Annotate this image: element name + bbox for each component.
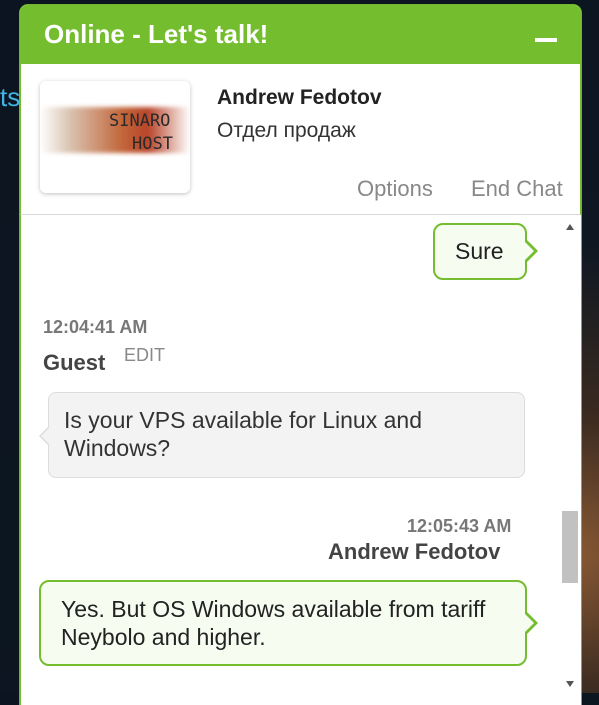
message-text: Is your VPS available for Linux and Wind…	[64, 407, 422, 461]
chat-title: Online - Let's talk!	[44, 19, 269, 49]
message-sender: Guest	[43, 350, 106, 375]
scroll-down-arrow-icon[interactable]	[566, 681, 574, 687]
company-logo: SINARO HOST	[40, 81, 190, 193]
agent-panel: SINARO HOST Andrew Fedotov Отдел продаж …	[20, 64, 581, 215]
scroll-thumb[interactable]	[562, 511, 578, 583]
agent-department: Отдел продаж	[217, 119, 356, 142]
scroll-up-arrow-icon[interactable]	[566, 224, 574, 230]
guest-message-bubble: Is your VPS available for Linux and Wind…	[48, 392, 525, 478]
agent-message-bubble: Sure	[433, 223, 527, 280]
message-scrollbar[interactable]	[561, 215, 581, 695]
minimize-icon[interactable]	[535, 37, 557, 42]
message-sender: Andrew Fedotov	[328, 539, 501, 564]
edit-name-link[interactable]: EDIT	[124, 345, 165, 366]
bubble-tail	[41, 428, 49, 444]
logo-text-line1: SINARO	[109, 111, 171, 131]
options-link[interactable]: Options	[357, 176, 433, 202]
chat-header[interactable]: Online - Let's talk!	[20, 5, 581, 64]
message-timestamp: 12:05:43 AM	[407, 516, 512, 536]
message-list[interactable]: Sure 12:04:41 AM Guest EDIT Is your VPS …	[20, 215, 581, 705]
chat-widget: Online - Let's talk! SINARO HOST Andrew …	[20, 5, 581, 705]
agent-message-bubble: Yes. But OS Windows available from tarif…	[39, 580, 527, 666]
bubble-tail	[525, 242, 534, 260]
bubble-tail	[525, 614, 534, 632]
background-partial-text: ts	[0, 82, 21, 112]
end-chat-link[interactable]: End Chat	[471, 176, 563, 202]
agent-name: Andrew Fedotov	[217, 86, 382, 109]
message-text: Sure	[455, 238, 504, 264]
message-timestamp: 12:04:41 AM	[43, 317, 148, 337]
message-text: Yes. But OS Windows available from tarif…	[61, 596, 486, 650]
logo-text-line2: HOST	[132, 134, 173, 154]
